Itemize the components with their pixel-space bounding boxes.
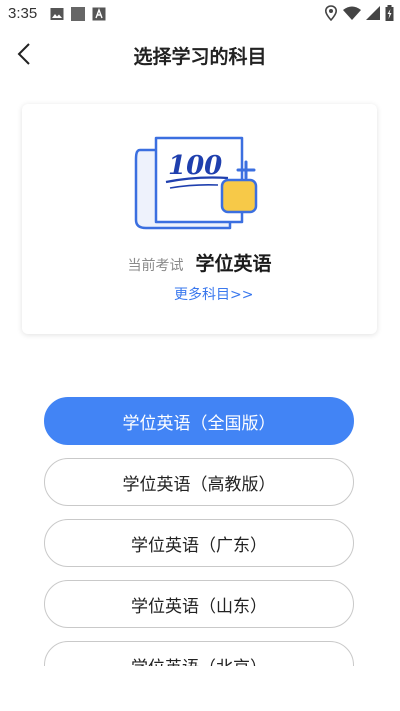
battery-icon — [385, 5, 394, 21]
current-exam-card: 100 当前考试 学位英语 更多科目>> — [22, 104, 377, 334]
status-left-icons — [50, 7, 106, 21]
nav-bar: 选择学习的科目 — [0, 28, 400, 80]
font-icon — [92, 7, 106, 21]
status-bar: 3:35 — [0, 0, 400, 28]
signal-icon — [366, 6, 380, 20]
exam-paper-illustration: 100 — [134, 136, 258, 230]
more-subjects-link[interactable]: 更多科目>> — [174, 284, 253, 304]
subject-option-beijing[interactable]: 学位英语（北京） — [44, 641, 354, 666]
wifi-icon — [343, 6, 361, 20]
current-exam-label: 当前考试 — [127, 258, 184, 274]
status-right-icons — [324, 5, 394, 21]
square-icon — [71, 7, 85, 21]
location-icon — [324, 5, 338, 21]
current-exam-value: 学位英语 — [195, 253, 272, 275]
image-icon — [50, 8, 64, 20]
page-title: 选择学习的科目 — [133, 46, 267, 68]
subject-list[interactable]: 学位英语（全国版） 学位英语（高教版） 学位英语（广东） 学位英语（山东） 学位… — [0, 390, 400, 666]
subject-option-guangdong[interactable]: 学位英语（广东） — [44, 519, 354, 567]
current-exam-row: 当前考试 学位英语 — [22, 249, 377, 276]
subject-option-higher-edu[interactable]: 学位英语（高教版） — [44, 458, 354, 506]
status-time: 3:35 — [8, 5, 38, 22]
subject-option-shandong[interactable]: 学位英语（山东） — [44, 580, 354, 628]
subject-option-national[interactable]: 学位英语（全国版） — [44, 397, 354, 445]
